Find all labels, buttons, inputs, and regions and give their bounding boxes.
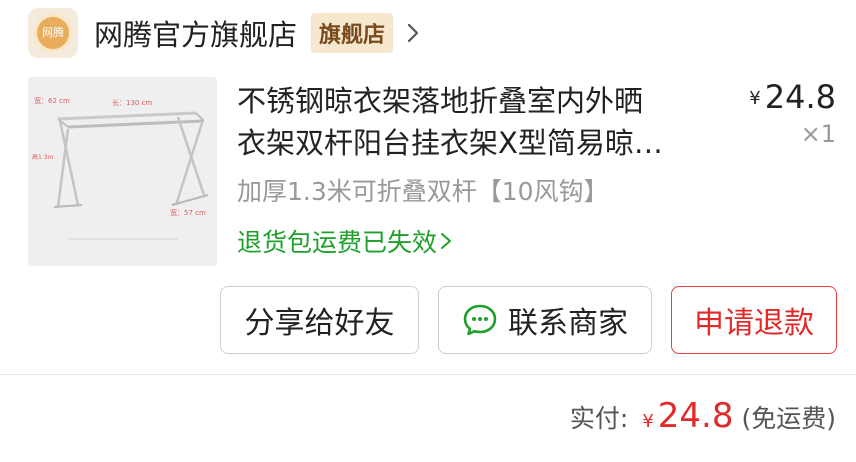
price-currency: ¥ xyxy=(749,88,761,109)
product-title[interactable]: 不锈钢晾衣架落地折叠室内外晒 衣架双杆阳台挂衣架X型简易晾… xyxy=(237,80,717,164)
chat-bubble-icon xyxy=(463,304,497,336)
amount-paid-value: 24.8 xyxy=(657,396,734,436)
product-quantity: ×1 xyxy=(800,120,836,148)
divider xyxy=(0,374,856,375)
return-shipping-note-text: 退货包运费已失效 xyxy=(237,228,438,257)
chevron-right-icon[interactable] xyxy=(403,21,423,45)
amount-paid-currency: ¥ xyxy=(642,411,654,432)
product-thumbnail[interactable]: 宽：62 cm 长：130 cm 高1.3m 宽：57 cm xyxy=(28,77,217,266)
store-name[interactable]: 网腾官方旗舰店 xyxy=(94,12,297,54)
product-title-line2: 衣架双杆阳台挂衣架X型简易晾… xyxy=(237,126,663,160)
product-spec: 加厚1.3米可折叠双杆【10风钩】 xyxy=(237,177,609,206)
dim-width-label: 宽：62 cm xyxy=(34,96,70,105)
dim-length-label: 长：130 cm xyxy=(112,98,152,107)
return-shipping-note[interactable]: 退货包运费已失效 xyxy=(237,223,453,259)
contact-seller-button[interactable]: 联系商家 xyxy=(438,286,652,354)
free-shipping-note: (免运费) xyxy=(741,404,836,433)
store-header[interactable]: 网腾 网腾官方旗舰店 旗舰店 xyxy=(28,8,423,58)
contact-seller-label: 联系商家 xyxy=(508,306,628,341)
share-button[interactable]: 分享给好友 xyxy=(220,286,419,354)
product-title-line1: 不锈钢晾衣架落地折叠室内外晒 xyxy=(237,84,644,118)
product-price: ¥24.8 xyxy=(749,78,836,116)
chevron-right-icon xyxy=(441,233,452,249)
request-refund-button[interactable]: 申请退款 xyxy=(671,286,837,354)
amount-paid-label: 实付: xyxy=(569,404,629,433)
dim-height-label: 高1.3m xyxy=(32,153,54,161)
store-logo: 网腾 xyxy=(28,8,78,58)
amount-paid-summary: 实付: ¥ 24.8 (免运费) xyxy=(570,396,836,436)
drying-rack-image: 宽：62 cm 长：130 cm 高1.3m 宽：57 cm xyxy=(28,77,217,266)
flagship-badge: 旗舰店 xyxy=(311,13,394,53)
price-value: 24.8 xyxy=(764,78,836,116)
store-logo-text: 网腾 xyxy=(34,14,72,52)
dim-base-label: 宽：57 cm xyxy=(170,208,206,217)
